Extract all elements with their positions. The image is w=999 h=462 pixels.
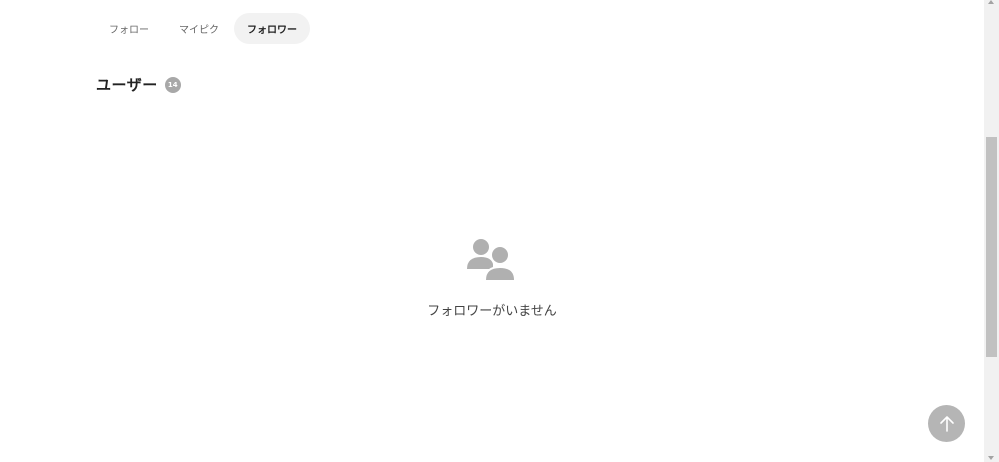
section-title: ユーザー bbox=[96, 76, 158, 94]
scrollbar[interactable] bbox=[984, 0, 999, 462]
page: フォロー マイピク フォロワー ユーザー 14 フォロワーがいません bbox=[0, 0, 999, 462]
count-badge: 14 bbox=[164, 76, 181, 93]
scroll-up-arrow[interactable] bbox=[988, 0, 994, 4]
tab-followers[interactable]: フォロワー bbox=[234, 13, 310, 44]
scroll-down-arrow[interactable] bbox=[988, 456, 994, 460]
tab-mypixiv[interactable]: マイピク bbox=[164, 13, 234, 44]
tab-bar: フォロー マイピク フォロワー bbox=[94, 13, 310, 44]
back-to-top-button[interactable] bbox=[928, 405, 965, 442]
users-icon bbox=[467, 239, 516, 281]
empty-state-message: フォロワーがいません bbox=[427, 304, 557, 319]
scroll-thumb[interactable] bbox=[986, 137, 997, 357]
arrow-up-icon bbox=[939, 415, 954, 432]
section-header: ユーザー 14 bbox=[96, 74, 181, 95]
empty-state: フォロワーがいません bbox=[392, 236, 592, 319]
tab-follow[interactable]: フォロー bbox=[94, 13, 164, 44]
